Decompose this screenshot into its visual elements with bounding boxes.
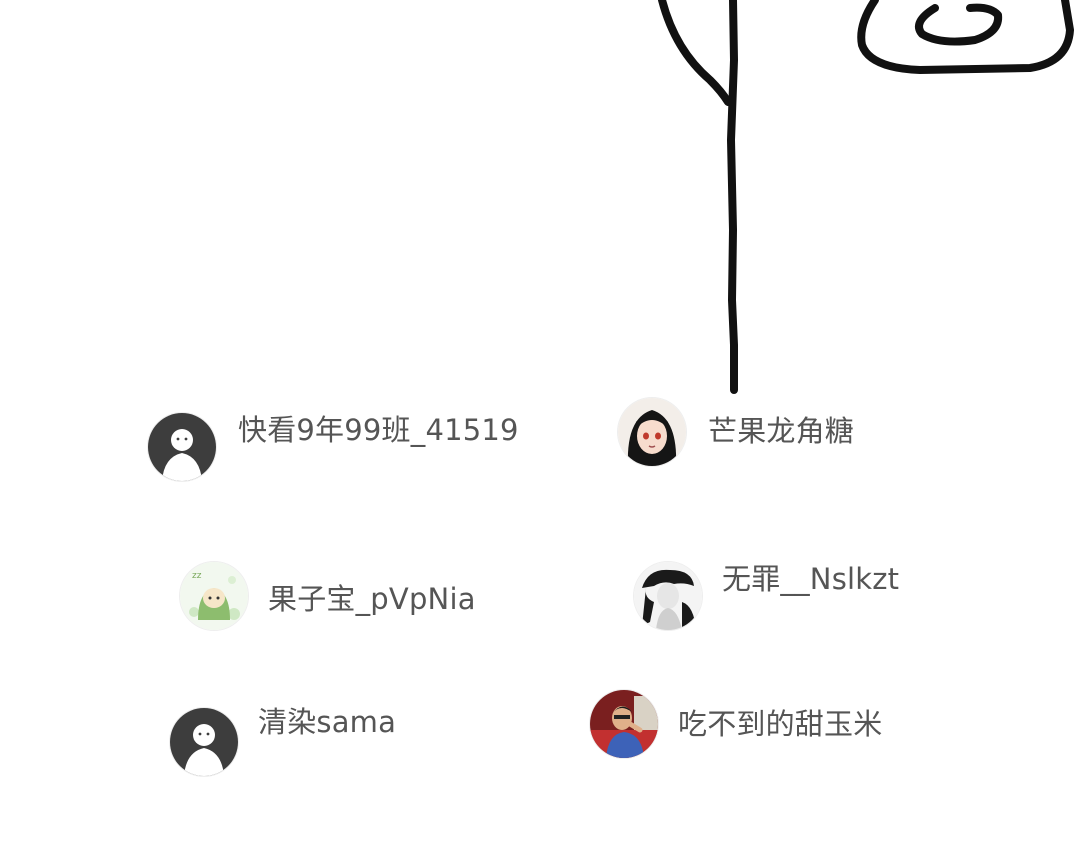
doodle-outer-loop (857, 0, 1074, 74)
username[interactable]: 快看9年99班_41519 (238, 412, 519, 448)
username[interactable]: 无罪__Nslkzt (722, 561, 899, 597)
green-character-avatar-icon: zz (180, 562, 248, 630)
avatar[interactable] (590, 690, 658, 758)
svg-text:zz: zz (192, 571, 202, 581)
doodle-stem (727, 0, 738, 394)
username[interactable]: 果子宝_pVpNia (268, 581, 476, 617)
username[interactable]: 芒果龙角糖 (708, 413, 854, 449)
avatar[interactable] (618, 398, 686, 466)
anime-girl-avatar-icon (618, 398, 686, 466)
avatar[interactable] (634, 562, 702, 630)
default-avatar-icon (170, 708, 238, 776)
avatar[interactable] (148, 413, 216, 481)
username[interactable]: 清染sama (258, 704, 396, 740)
photo-person-avatar-icon (590, 690, 658, 758)
monochrome-figure-avatar-icon (634, 562, 702, 630)
username[interactable]: 吃不到的甜玉米 (678, 706, 882, 742)
avatar[interactable]: zz (180, 562, 248, 630)
doodle-inner-loop (915, 3, 1003, 46)
doodle-left-curve (658, 0, 732, 106)
default-avatar-icon (148, 413, 216, 481)
avatar[interactable] (170, 708, 238, 776)
